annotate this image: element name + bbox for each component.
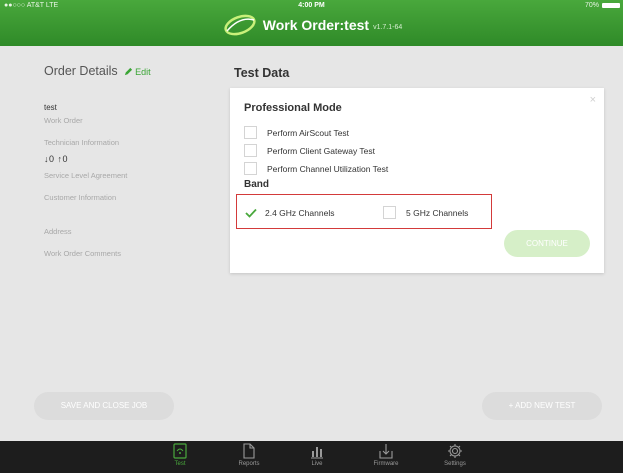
customer-info-label[interactable]: Customer Information	[44, 193, 116, 202]
tab-label: Settings	[444, 461, 466, 467]
professional-mode-title: Professional Mode	[244, 102, 342, 114]
continue-button[interactable]: CONTINUE	[504, 230, 590, 257]
option-label: Perform Client Gateway Test	[267, 145, 376, 156]
tab-test[interactable]: Test	[155, 443, 205, 467]
settings-icon	[448, 444, 462, 458]
tab-settings[interactable]: Settings	[430, 443, 480, 467]
edit-label: Edit	[135, 67, 151, 77]
page-title: Work Order:test	[262, 17, 370, 33]
address-label[interactable]: Address	[44, 227, 72, 236]
airscout-test-checkbox[interactable]	[244, 126, 257, 139]
band-5ghz-checkbox[interactable]	[383, 206, 396, 219]
channel-utilization-test-option[interactable]: Perform Channel Utilization Test	[244, 162, 388, 175]
save-and-close-job-button[interactable]: SAVE AND CLOSE JOB	[34, 392, 174, 420]
airscout-test-option[interactable]: Perform AirScout Test	[244, 126, 349, 139]
technician-info-label[interactable]: Technician Information	[44, 138, 119, 147]
sla-label[interactable]: Service Level Agreement	[44, 171, 127, 180]
live-icon	[311, 447, 323, 459]
tab-label: Live	[311, 461, 323, 467]
reports-icon	[243, 443, 255, 459]
battery-icon	[602, 3, 620, 8]
tab-live[interactable]: Live	[292, 443, 342, 467]
band-label: 2.4 GHz Channels	[265, 207, 335, 218]
pencil-icon	[124, 67, 132, 76]
option-label: Perform Channel Utilization Test	[267, 163, 389, 174]
client-gateway-test-option[interactable]: Perform Client Gateway Test	[244, 144, 375, 157]
sla-values: ↓0 ↑0	[44, 154, 69, 164]
work-order-value: test	[44, 103, 57, 112]
close-icon[interactable]: ×	[590, 94, 596, 106]
professional-mode-dialog: × Professional Mode Perform AirScout Tes…	[230, 88, 604, 273]
work-order-label: Work Order	[44, 116, 83, 125]
clock: 4:00 PM	[298, 2, 325, 9]
header-title-group: Work Order:test v1.7.1-64	[0, 14, 623, 36]
add-new-test-button[interactable]: + ADD NEW TEST	[482, 392, 602, 420]
channel-utilization-test-checkbox[interactable]	[244, 162, 257, 175]
work-order-comments-label[interactable]: Work Order Comments	[44, 249, 121, 258]
order-details-header: Order Details Edit	[44, 64, 151, 78]
tab-label: Firmware	[373, 461, 399, 467]
band-title: Band	[244, 179, 269, 190]
order-details-panel: Order Details Edit test Work Order Techn…	[33, 46, 223, 441]
app-logo-icon	[224, 14, 256, 36]
test-icon	[173, 443, 187, 459]
band-selection-highlight: 2.4 GHz Channels 5 GHz Channels	[236, 194, 492, 229]
edit-button[interactable]: Edit	[124, 67, 151, 77]
band-24ghz-option[interactable]: 2.4 GHz Channels	[244, 206, 334, 219]
option-label: Perform AirScout Test	[267, 127, 350, 138]
battery-percent: 70%	[584, 2, 599, 9]
app-version: v1.7.1-64	[373, 23, 403, 31]
order-details-title: Order Details	[44, 64, 118, 78]
tab-bar: Test Reports Live Firmware Settings	[0, 441, 623, 473]
client-gateway-test-checkbox[interactable]	[244, 144, 257, 157]
checkmark-icon[interactable]	[244, 206, 257, 219]
band-5ghz-option[interactable]: 5 GHz Channels	[383, 206, 468, 219]
tab-reports[interactable]: Reports	[224, 443, 274, 467]
band-label: 5 GHz Channels	[406, 207, 469, 218]
test-data-title: Test Data	[234, 66, 290, 80]
tab-label: Test	[174, 461, 186, 467]
firmware-icon	[379, 444, 393, 459]
tab-firmware[interactable]: Firmware	[361, 443, 411, 467]
tab-label: Reports	[238, 461, 260, 467]
app-header: ●●○○○ AT&T LTE 4:00 PM 70% Work Order:te…	[0, 0, 623, 46]
